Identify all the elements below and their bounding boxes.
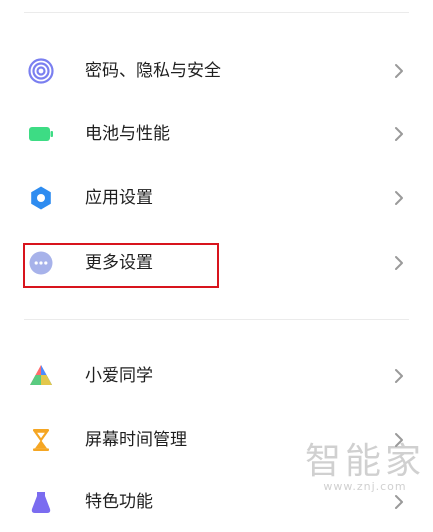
settings-item-label: 特色功能 xyxy=(85,492,153,512)
settings-item-xiaoai[interactable]: 小爱同学 xyxy=(0,346,433,406)
settings-item-label: 电池与性能 xyxy=(85,124,170,144)
chevron-right-icon xyxy=(393,493,405,511)
xiaoai-icon xyxy=(28,363,54,389)
chevron-right-icon xyxy=(393,189,405,207)
settings-item-label: 应用设置 xyxy=(85,188,153,208)
fingerprint-icon xyxy=(28,58,54,84)
battery-icon xyxy=(28,121,54,147)
settings-item-label: 小爱同学 xyxy=(85,366,153,386)
chevron-right-icon xyxy=(393,431,405,449)
settings-item-special-features[interactable]: 特色功能 xyxy=(0,472,433,532)
top-divider xyxy=(24,12,409,13)
highlight-box xyxy=(23,243,219,288)
chevron-right-icon xyxy=(393,254,405,272)
chevron-right-icon xyxy=(393,62,405,80)
chevron-right-icon xyxy=(393,367,405,385)
settings-item-privacy-security[interactable]: 密码、隐私与安全 xyxy=(0,41,433,101)
hourglass-icon xyxy=(28,427,54,453)
settings-item-app-settings[interactable]: 应用设置 xyxy=(0,168,433,228)
settings-gear-icon xyxy=(28,185,54,211)
settings-item-label: 密码、隐私与安全 xyxy=(85,61,221,81)
chevron-right-icon xyxy=(393,125,405,143)
settings-item-battery-performance[interactable]: 电池与性能 xyxy=(0,104,433,164)
feature-icon xyxy=(28,489,54,515)
section-divider xyxy=(24,319,409,320)
settings-item-screen-time[interactable]: 屏幕时间管理 xyxy=(0,410,433,470)
settings-item-label: 屏幕时间管理 xyxy=(85,430,187,450)
